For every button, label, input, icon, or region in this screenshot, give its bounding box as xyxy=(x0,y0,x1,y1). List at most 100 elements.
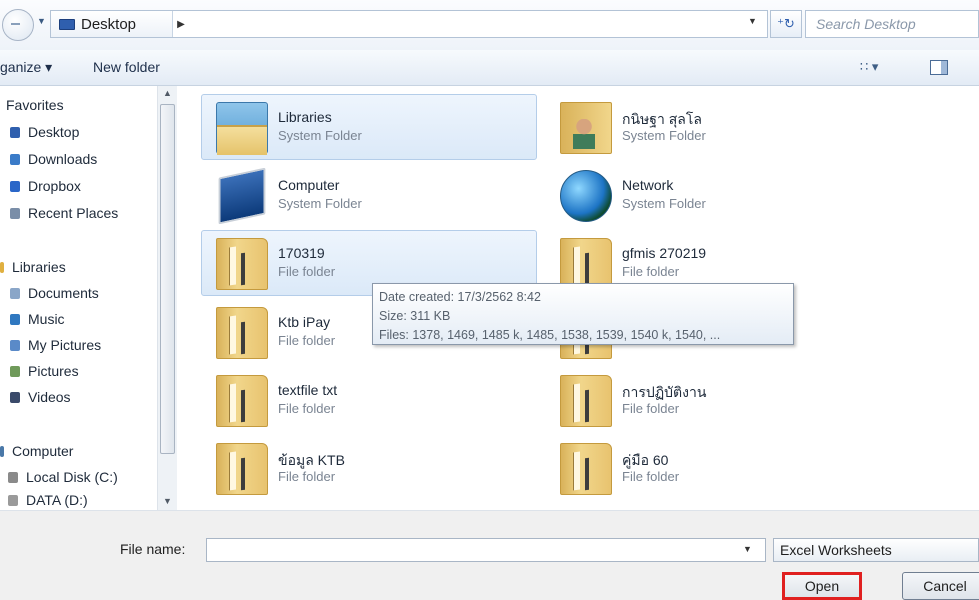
open-label: Open xyxy=(804,578,840,594)
file-item[interactable]: Libraries System Folder xyxy=(201,94,537,160)
nav-label: Videos xyxy=(28,389,71,405)
file-item[interactable]: Network System Folder xyxy=(545,162,881,228)
file-item[interactable]: textfile txt File folder xyxy=(201,367,537,433)
drive-icon xyxy=(8,471,18,483)
preview-pane-icon[interactable] xyxy=(930,60,948,75)
nav-label: Downloads xyxy=(28,151,98,167)
tooltip-files: Files: 1378, 1469, 1485 k, 1485, 1538, 1… xyxy=(379,328,721,342)
file-name-dropdown-icon[interactable]: ▼ xyxy=(743,544,752,554)
downloads-icon xyxy=(10,153,20,165)
network-icon xyxy=(560,170,612,222)
nav-libraries[interactable]: Libraries xyxy=(0,256,66,278)
new-folder-button[interactable]: New folder xyxy=(93,59,160,75)
change-view-button[interactable]: ∷ ▾ xyxy=(860,59,878,75)
back-button[interactable] xyxy=(2,9,34,41)
nav-label: My Pictures xyxy=(28,337,102,353)
nav-label: Dropbox xyxy=(28,178,81,194)
libraries-folder-icon xyxy=(216,102,268,155)
address-dropdown-icon[interactable]: ▼ xyxy=(748,16,757,26)
nav-label: Computer xyxy=(12,443,74,459)
cancel-label: Cancel xyxy=(923,578,967,594)
nav-label: Libraries xyxy=(12,259,66,275)
drive-icon xyxy=(8,494,18,506)
nav-dropbox[interactable]: Dropbox xyxy=(10,175,81,197)
file-item[interactable]: การปฏิบัติงาน File folder xyxy=(545,367,881,433)
pictures-icon xyxy=(10,365,20,377)
file-item[interactable]: Computer System Folder xyxy=(201,162,537,228)
cancel-button[interactable]: Cancel xyxy=(902,572,979,600)
file-type: System Folder xyxy=(278,196,362,211)
libraries-icon xyxy=(0,261,4,273)
file-name: 170319 xyxy=(278,245,325,261)
search-input[interactable]: Search Desktop xyxy=(805,10,979,38)
organize-button[interactable]: ganize ▾ xyxy=(0,59,52,76)
file-type: File folder xyxy=(278,469,336,484)
nav-local-disk-c[interactable]: Local Disk (C:) xyxy=(8,466,118,488)
file-type-select[interactable]: Excel Worksheets xyxy=(773,538,979,562)
file-name-input[interactable] xyxy=(206,538,766,562)
open-button[interactable]: Open xyxy=(782,572,862,600)
nav-data-d[interactable]: DATA (D:) xyxy=(8,489,88,511)
address-bar: ▼ Desktop ▶ ▼ ⁺↻ Search Desktop xyxy=(0,0,979,50)
nav-computer[interactable]: Computer xyxy=(0,440,73,462)
dialog-footer: File name: ▼ Excel Worksheets Open Cance… xyxy=(0,510,979,600)
file-type: File folder xyxy=(278,401,336,416)
nav-my-pictures[interactable]: My Pictures xyxy=(10,334,101,356)
scroll-down-icon[interactable]: ▼ xyxy=(163,496,172,506)
nav-pictures[interactable]: Pictures xyxy=(10,360,79,382)
desktop-icon xyxy=(59,18,75,30)
nav-downloads[interactable]: Downloads xyxy=(10,148,97,170)
nav-label: DATA (D:) xyxy=(26,492,88,508)
nav-desktop[interactable]: Desktop xyxy=(10,121,79,143)
file-type: System Folder xyxy=(622,196,706,211)
file-item[interactable]: ข้อมูล KTB File folder xyxy=(201,435,537,501)
nav-label: Favorites xyxy=(6,97,64,113)
address-box[interactable]: Desktop ▶ xyxy=(50,10,768,38)
music-icon xyxy=(10,313,20,325)
computer-icon xyxy=(218,167,266,225)
breadcrumb[interactable]: Desktop xyxy=(51,11,173,37)
nav-music[interactable]: Music xyxy=(10,308,65,330)
recent-places-icon xyxy=(10,207,20,219)
tooltip-size: Size: 311 KB xyxy=(379,309,451,323)
computer-icon xyxy=(0,445,4,457)
command-toolbar: ganize ▾ New folder ∷ ▾ xyxy=(0,50,979,86)
folder-icon xyxy=(216,307,268,359)
recent-pages-dropdown[interactable]: ▼ xyxy=(37,16,46,26)
file-name: textfile txt xyxy=(278,382,338,398)
folder-icon xyxy=(216,238,268,290)
refresh-button[interactable]: ⁺↻ xyxy=(770,10,802,38)
file-list: Libraries System Folder กนิษฐา สุลโล Sys… xyxy=(177,86,979,510)
file-type-selected: Excel Worksheets xyxy=(780,542,892,558)
file-name: gfmis 270219 xyxy=(622,245,707,261)
search-placeholder: Search Desktop xyxy=(816,16,916,32)
scroll-up-icon[interactable]: ▲ xyxy=(163,88,172,98)
folder-icon xyxy=(216,443,268,495)
file-name: Ktb iPay xyxy=(278,314,331,330)
nav-label: Documents xyxy=(28,285,99,301)
file-item[interactable]: กนิษฐา สุลโล System Folder xyxy=(545,94,881,160)
file-type: File folder xyxy=(622,469,680,484)
file-name-label: File name: xyxy=(120,541,186,557)
nav-recent-places[interactable]: Recent Places xyxy=(10,202,118,224)
my-pictures-icon xyxy=(10,339,20,351)
file-item[interactable] xyxy=(545,503,881,510)
nav-label: Recent Places xyxy=(28,205,119,221)
desktop-icon xyxy=(10,126,20,138)
breadcrumb-desktop[interactable]: Desktop xyxy=(81,16,136,33)
videos-icon xyxy=(10,391,20,403)
nav-videos[interactable]: Videos xyxy=(10,386,71,408)
nav-documents[interactable]: Documents xyxy=(10,282,99,304)
breadcrumb-arrow-icon[interactable]: ▶ xyxy=(173,11,189,37)
file-item[interactable]: คู่มือ 60 File folder xyxy=(545,435,881,501)
folder-icon xyxy=(560,443,612,495)
file-type: File folder xyxy=(622,264,680,279)
file-name: Computer xyxy=(278,177,340,193)
file-item[interactable] xyxy=(201,503,537,510)
file-type: System Folder xyxy=(622,128,706,143)
folder-icon xyxy=(216,375,268,427)
nav-scrollbar[interactable]: ▲ ▼ xyxy=(157,86,177,510)
scrollbar-thumb[interactable] xyxy=(160,104,175,454)
nav-label: Pictures xyxy=(28,363,79,379)
nav-favorites[interactable]: Favorites xyxy=(6,94,64,116)
